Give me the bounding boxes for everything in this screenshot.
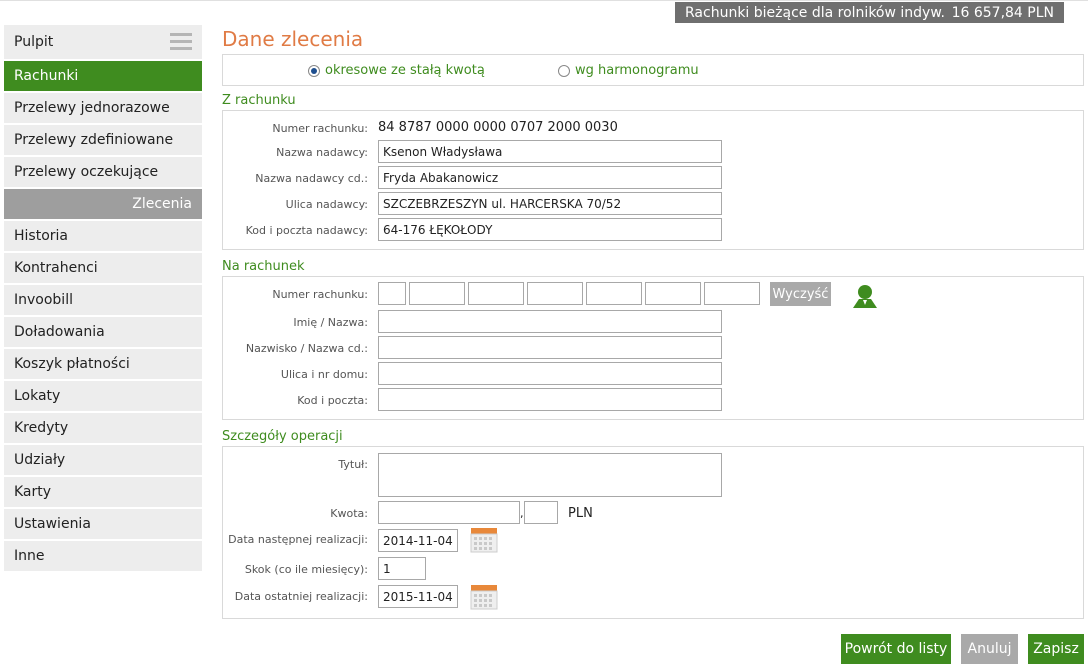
sidebar-item-label: Karty [14,484,52,500]
radio-schedule-label: wg harmonogramu [575,63,699,78]
recipient-postal-label: Kod i poczta: [297,394,368,407]
calendar-icon[interactable] [470,584,498,610]
save-button[interactable]: Zapisz [1028,634,1084,664]
clear-button[interactable]: Wyczyść [770,282,831,306]
sidebar-item-kontrahenci[interactable]: Kontrahenci [4,253,202,283]
sidebar-item-label: Przelewy oczekujące [14,164,159,180]
amount-cents-input[interactable] [524,501,558,524]
account-summary-bar[interactable]: Rachunki bieżące dla rolników indyw. 16 … [675,2,1064,23]
recipient-account-segment-6[interactable] [645,282,701,305]
currency-label: PLN [568,506,593,521]
sidebar-item-label: Invoobill [14,292,73,308]
title-textarea[interactable] [378,453,722,497]
sidebar-item-label: Przelewy zdefiniowane [14,132,174,148]
sender-name-input[interactable] [378,140,722,163]
from-number-value: 84 8787 0000 0000 0707 2000 0030 [378,120,618,135]
recipient-account-segment-4[interactable] [527,282,583,305]
section-details-header: Szczegóły operacji [222,429,343,444]
recipient-name2-input[interactable] [378,336,722,359]
sidebar: Pulpit Rachunki Przelewy jednorazowe Prz… [4,25,202,573]
contact-person-icon[interactable] [850,283,880,309]
sidebar-item-kredyty[interactable]: Kredyty [4,413,202,443]
recipient-street-input[interactable] [378,362,722,385]
sidebar-item-label: Przelewy jednorazowe [14,100,170,116]
recipient-account-segment-1[interactable] [378,282,406,305]
sidebar-item-label: Ustawienia [14,516,91,532]
sidebar-item-label: Historia [14,228,68,244]
step-input[interactable] [378,557,426,580]
cancel-button[interactable]: Anuluj [961,634,1018,664]
calendar-icon[interactable] [470,527,498,553]
recipient-account-segment-2[interactable] [409,282,465,305]
radio-unchecked-icon[interactable] [558,64,570,77]
sidebar-item-przelewy-jednorazowe[interactable]: Przelewy jednorazowe [4,93,202,123]
recipient-account-segment-5[interactable] [586,282,642,305]
sidebar-item-udzialy[interactable]: Udziały [4,445,202,475]
radio-fixed-amount-label: okresowe ze stałą kwotą [325,63,485,78]
sender-postal-input[interactable] [378,218,722,241]
back-to-list-button[interactable]: Powrót do listy [841,634,951,664]
sidebar-item-rachunki[interactable]: Rachunki [4,61,202,91]
recipient-postal-input[interactable] [378,388,722,411]
sidebar-item-label: Zlecenia [132,196,192,212]
next-date-input[interactable] [378,529,458,552]
sidebar-item-label: Rachunki [14,68,79,84]
sender-name-label: Nazwa nadawcy: [276,146,368,159]
last-date-label: Data ostatniej realizacji: [234,590,368,603]
sender-street-input[interactable] [378,192,722,215]
sidebar-item-historia[interactable]: Historia [4,221,202,251]
sidebar-item-ustawienia[interactable]: Ustawienia [4,509,202,539]
recipient-number-label: Numer rachunku: [272,288,368,301]
sidebar-item-label: Udziały [14,452,66,468]
recipient-name-input[interactable] [378,310,722,333]
sidebar-item-zlecenia[interactable]: Zlecenia [4,189,202,219]
radio-schedule[interactable]: wg harmonogramu [558,63,699,78]
radio-fixed-amount[interactable]: okresowe ze stałą kwotą [308,63,485,78]
next-date-label: Data następnej realizacji: [228,533,368,546]
from-number-label: Numer rachunku: [272,122,368,135]
sidebar-item-label: Koszyk płatności [14,356,130,372]
step-label: Skok (co ile miesięcy): [244,563,368,576]
sidebar-item-label: Lokaty [14,388,61,404]
sidebar-item-przelewy-zdefiniowane[interactable]: Przelewy zdefiniowane [4,125,202,155]
recipient-name-label: Imię / Nazwa: [293,316,368,329]
sidebar-item-inne[interactable]: Inne [4,541,202,571]
sidebar-item-lokaty[interactable]: Lokaty [4,381,202,411]
sender-street-label: Ulica nadawcy: [285,198,368,211]
section-from-account-header: Z rachunku [222,93,296,108]
recipient-account-segment-3[interactable] [468,282,524,305]
sender-postal-label: Kod i poczta nadawcy: [245,224,368,237]
recipient-street-label: Ulica i nr domu: [280,368,368,381]
sidebar-item-label: Kredyty [14,420,69,436]
radio-checked-icon[interactable] [308,64,320,77]
sidebar-item-invoobill[interactable]: Invoobill [4,285,202,315]
recipient-name2-label: Nazwisko / Nazwa cd.: [245,342,368,355]
sidebar-item-label: Doładowania [14,324,105,340]
hamburger-menu-icon[interactable] [170,33,192,51]
amount-separator: , [520,507,524,520]
amount-label: Kwota: [330,507,368,520]
sidebar-item-karty[interactable]: Karty [4,477,202,507]
sidebar-item-pulpit[interactable]: Pulpit [4,25,202,59]
sidebar-item-label: Inne [14,548,45,564]
account-balance: 16 657,84 PLN [951,4,1054,21]
sidebar-item-label: Pulpit [14,34,54,50]
section-to-account-header: Na rachunek [222,259,305,274]
recipient-account-segment-7[interactable] [704,282,760,305]
account-name: Rachunki bieżące dla rolników indyw. [685,4,945,21]
last-date-input[interactable] [378,585,458,608]
page-title: Dane zlecenia [222,27,364,51]
amount-whole-input[interactable] [378,501,520,524]
title-label: Tytuł: [338,458,368,471]
sender-name2-input[interactable] [378,166,722,189]
sidebar-item-przelewy-oczekujace[interactable]: Przelewy oczekujące [4,157,202,187]
sidebar-item-doladowania[interactable]: Doładowania [4,317,202,347]
top-divider [0,0,1088,1]
sidebar-item-koszyk-platnosci[interactable]: Koszyk płatności [4,349,202,379]
sidebar-item-label: Kontrahenci [14,260,98,276]
sender-name2-label: Nazwa nadawcy cd.: [255,172,368,185]
